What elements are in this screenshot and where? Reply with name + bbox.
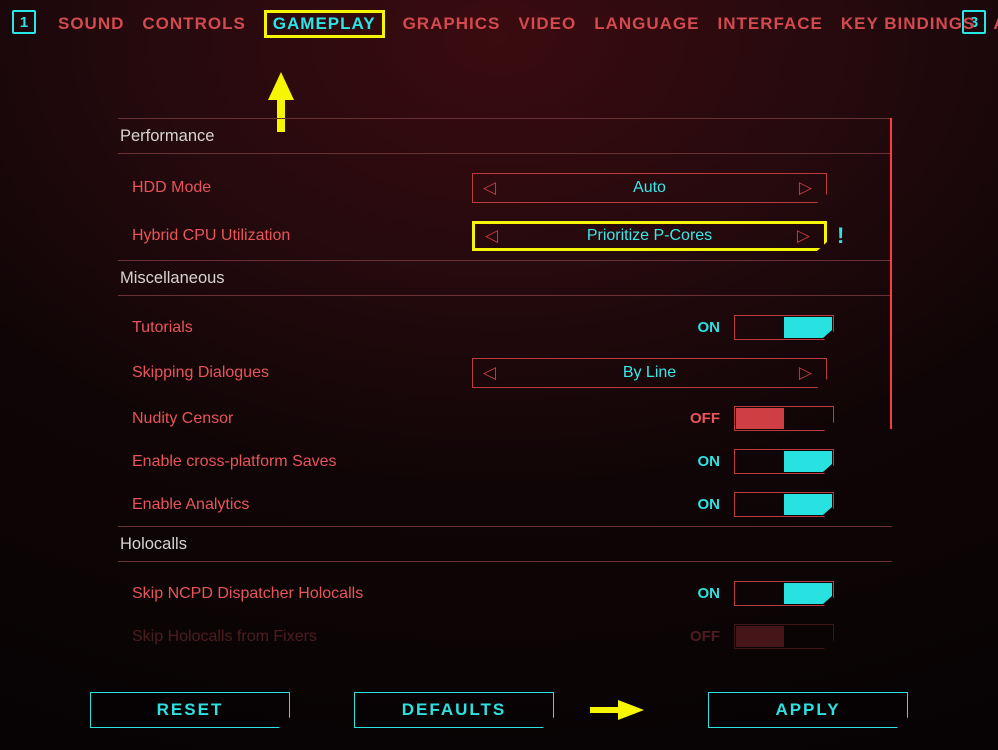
label-tutorials: Tutorials xyxy=(132,319,472,337)
scrollbar[interactable] xyxy=(890,118,892,429)
row-hdd-mode: HDD Mode ◁ Auto ▷ xyxy=(118,164,892,212)
value-hybrid-cpu: Prioritize P-Cores xyxy=(587,227,712,245)
tab-controls[interactable]: CONTROLS xyxy=(142,14,245,34)
label-hdd-mode: HDD Mode xyxy=(132,179,472,197)
section-misc: Miscellaneous xyxy=(118,260,892,296)
annotation-arrow-apply xyxy=(618,700,644,720)
settings-tab-bar: SOUND CONTROLS GAMEPLAY GRAPHICS VIDEO L… xyxy=(58,8,940,40)
footer-button-bar: RESET DEFAULTS APPLY xyxy=(0,678,998,742)
selector-hybrid-cpu[interactable]: ◁ Prioritize P-Cores ▷ xyxy=(472,221,827,251)
section-holocalls: Holocalls xyxy=(118,526,892,562)
label-analytics: Enable Analytics xyxy=(132,496,472,514)
label-nudity: Nudity Censor xyxy=(132,410,472,428)
value-hdd-mode: Auto xyxy=(633,179,666,197)
label-hybrid-cpu: Hybrid CPU Utilization xyxy=(132,227,472,245)
toggle-skip-ncpd[interactable] xyxy=(734,581,834,606)
toggle-state-skip-ncpd: ON xyxy=(698,585,721,602)
toggle-cross-save[interactable] xyxy=(734,449,834,474)
row-tutorials: Tutorials ON xyxy=(118,306,892,349)
toggle-state-skip-fixers: OFF xyxy=(690,628,720,645)
row-skip-fixers: Skip Holocalls from Fixers OFF xyxy=(118,615,892,655)
toggle-tutorials[interactable] xyxy=(734,315,834,340)
settings-panel: Performance HDD Mode ◁ Auto ▷ Hybrid CPU… xyxy=(118,118,892,655)
chevron-left-icon[interactable]: ◁ xyxy=(483,178,496,198)
apply-button[interactable]: APPLY xyxy=(708,692,908,728)
label-cross-save: Enable cross-platform Saves xyxy=(132,453,472,471)
selector-hdd-mode[interactable]: ◁ Auto ▷ xyxy=(472,173,827,203)
row-nudity: Nudity Censor OFF xyxy=(118,397,892,440)
alert-icon: ! xyxy=(837,223,844,249)
section-performance: Performance xyxy=(118,118,892,154)
toggle-nudity[interactable] xyxy=(734,406,834,431)
row-hybrid-cpu: Hybrid CPU Utilization ◁ Prioritize P-Co… xyxy=(118,212,892,260)
chevron-right-icon[interactable]: ▷ xyxy=(797,226,810,246)
defaults-button[interactable]: DEFAULTS xyxy=(354,692,554,728)
tab-language[interactable]: LANGUAGE xyxy=(594,14,699,34)
chevron-right-icon[interactable]: ▷ xyxy=(799,178,812,198)
label-skip-fixers: Skip Holocalls from Fixers xyxy=(132,628,472,646)
row-skip-ncpd: Skip NCPD Dispatcher Holocalls ON xyxy=(118,572,892,615)
toggle-state-tutorials: ON xyxy=(698,319,721,336)
tab-gameplay[interactable]: GAMEPLAY xyxy=(264,10,385,38)
annotation-arrow-tab xyxy=(268,72,294,100)
chevron-left-icon[interactable]: ◁ xyxy=(483,363,496,383)
label-skip-dialog: Skipping Dialogues xyxy=(132,364,472,382)
tab-video[interactable]: VIDEO xyxy=(518,14,576,34)
toggle-skip-fixers[interactable] xyxy=(734,624,834,649)
label-skip-ncpd: Skip NCPD Dispatcher Holocalls xyxy=(132,585,472,603)
tab-accessibility[interactable]: ACCESSIBILITY xyxy=(993,14,998,34)
value-skip-dialog: By Line xyxy=(623,364,676,382)
toggle-state-nudity: OFF xyxy=(690,410,720,427)
chevron-right-icon[interactable]: ▷ xyxy=(799,363,812,383)
prev-tab-key[interactable]: 1 xyxy=(12,10,36,34)
selector-skip-dialog[interactable]: ◁ By Line ▷ xyxy=(472,358,827,388)
row-skip-dialog: Skipping Dialogues ◁ By Line ▷ xyxy=(118,349,892,397)
tab-sound[interactable]: SOUND xyxy=(58,14,124,34)
tab-key-bindings[interactable]: KEY BINDINGS xyxy=(841,14,976,34)
chevron-left-icon[interactable]: ◁ xyxy=(485,226,498,246)
reset-button[interactable]: RESET xyxy=(90,692,290,728)
tab-graphics[interactable]: GRAPHICS xyxy=(403,14,501,34)
toggle-state-analytics: ON xyxy=(698,496,721,513)
toggle-state-cross-save: ON xyxy=(698,453,721,470)
tab-interface[interactable]: INTERFACE xyxy=(718,14,823,34)
toggle-analytics[interactable] xyxy=(734,492,834,517)
row-analytics: Enable Analytics ON xyxy=(118,483,892,526)
row-cross-save: Enable cross-platform Saves ON xyxy=(118,440,892,483)
